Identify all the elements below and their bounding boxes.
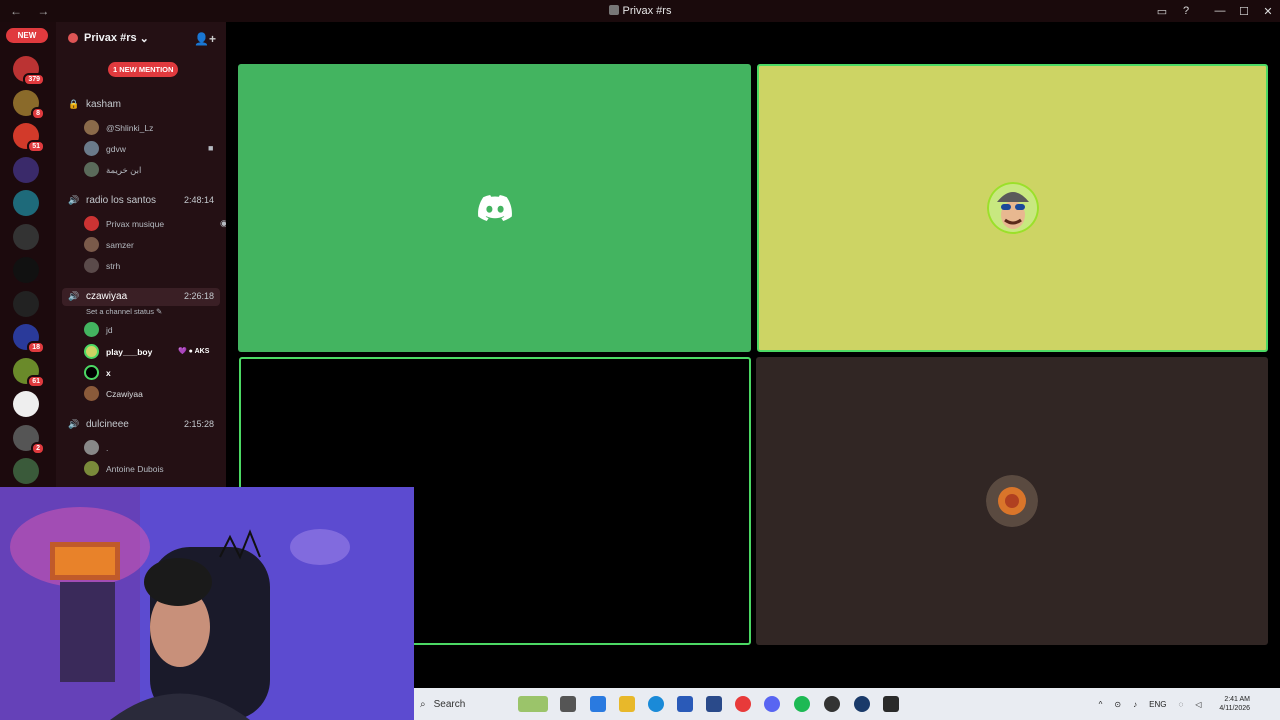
channel-czawiyaa[interactable]: 🔊 czawiyaa 2:26:18 [62,288,220,306]
server-icon[interactable]: 61 [13,357,45,388]
avatar [986,182,1039,234]
discord-logo-icon [477,195,512,221]
steam-icon[interactable] [854,696,870,712]
new-badge[interactable]: NEW [6,28,48,43]
mic-icon[interactable]: ♪ [1133,700,1137,709]
lock-icon: 🔒 [68,99,80,109]
channel-kasham[interactable]: 🔒 kasham [56,96,226,114]
unread-badge: 18 [27,341,45,354]
avatar [84,440,99,455]
server-icon[interactable]: 51 [13,123,45,153]
avatar [84,162,99,177]
server-rail: NEW 379 8 51 18 61 2 [0,22,56,488]
unread-badge: 379 [23,73,45,86]
search-highlight-icon [518,696,548,712]
language-indicator[interactable]: ENG [1149,700,1166,709]
avatar [84,386,99,401]
avatar [84,258,99,273]
window-controls: ▭ ? — ☐ ✕ [1150,0,1280,22]
task-view-icon[interactable] [560,696,576,712]
speaker-icon: 🔊 [68,419,80,429]
avatar [986,475,1038,527]
avatar [84,237,99,252]
channel-dulcineee[interactable]: 🔊 dulcineee 2:15:28 [56,416,226,434]
new-mention-badge[interactable]: 1 NEW MENTION [108,62,179,77]
network-icon[interactable]: ⊙ [1114,700,1121,709]
video-tile-czawiyaa[interactable] [756,357,1268,645]
minimize-button[interactable]: — [1208,5,1232,17]
server-icon[interactable] [13,290,39,317]
server-icon[interactable]: 2 [13,424,45,455]
unread-badge: 8 [31,106,45,120]
server-icon[interactable] [13,391,39,417]
window-title: Privax #rs [0,5,1280,17]
server-icon[interactable] [13,223,39,250]
app-icon[interactable] [706,696,722,712]
chevron-down-icon: ⌄ [139,32,149,45]
guild-header[interactable]: Privax #rs ⌄ 👤+ [56,22,226,54]
channel-status[interactable]: Set a channel status ✎ [86,307,162,316]
server-icon [608,5,619,15]
webcam-feed [0,487,414,720]
unread-badge: 51 [27,140,45,153]
speaker-icon: 🔊 [68,291,80,301]
channel-sidebar: Privax #rs ⌄ 👤+ 1 NEW MENTION 🔒 kasham @… [56,22,226,488]
discord-icon[interactable] [764,696,780,712]
taskbar: ⌕ Search ^ ⊙ ♪ ENG ◌ ◁ 2:41 AM 4/11/2026 [414,688,1280,720]
avatar [84,141,99,156]
chevron-up-icon[interactable]: ^ [1099,700,1103,709]
guild-icon [68,33,78,43]
video-tile-jd[interactable] [238,64,751,352]
server-icon[interactable]: 379 [13,56,45,86]
video-tile-play-boy[interactable] [757,64,1268,352]
invite-user-icon[interactable]: 👤+ [194,32,216,46]
camera-icon: ■ [208,143,214,153]
file-explorer-icon[interactable] [619,696,635,712]
channel-radio-los-santos[interactable]: 🔊 radio los santos 2:48:14 [56,192,226,210]
screen-share-icon[interactable]: ▭ [1150,5,1174,18]
search-icon: ⌕ [420,698,426,710]
help-icon[interactable]: ? [1174,5,1198,17]
webcam-overlay [0,487,414,720]
app-icon[interactable] [590,696,606,712]
server-icon[interactable] [13,458,39,484]
avatar [84,120,99,135]
title-bar: ← → Privax #rs ▭ ? — ☐ ✕ [0,0,1280,22]
avatar [84,216,99,231]
unread-badge: 61 [27,374,45,388]
server-icon[interactable] [13,257,39,283]
edge-icon[interactable] [648,696,664,712]
wifi-icon[interactable]: ◌ [1178,700,1183,709]
avatar [84,365,99,380]
avatar [84,344,99,359]
server-icon[interactable] [13,190,39,216]
server-icon[interactable] [13,156,39,183]
user-tag: 💜 ● AKS [178,348,210,355]
unread-badge: 2 [31,441,45,455]
system-tray: ^ ⊙ ♪ ENG ◌ ◁ 2:41 AM 4/11/2026 [1093,688,1280,720]
server-icon[interactable]: 8 [13,89,45,120]
app-icon[interactable] [824,696,840,712]
close-button[interactable]: ✕ [1256,5,1280,18]
volume-icon[interactable]: ◁ [1195,700,1201,709]
deafened-icon: ◉ [220,218,226,228]
avatar [84,322,99,337]
spotify-icon[interactable] [794,696,810,712]
guild-name: Privax #rs [84,32,137,44]
store-icon[interactable] [677,696,693,712]
app-icon[interactable] [883,696,899,712]
avatar [84,461,99,476]
maximize-button[interactable]: ☐ [1232,5,1256,18]
server-icon[interactable]: 18 [13,324,45,354]
clock[interactable]: 2:41 AM 4/11/2026 [1213,695,1256,713]
speaker-icon: 🔊 [68,195,80,205]
opera-icon[interactable] [735,696,751,712]
